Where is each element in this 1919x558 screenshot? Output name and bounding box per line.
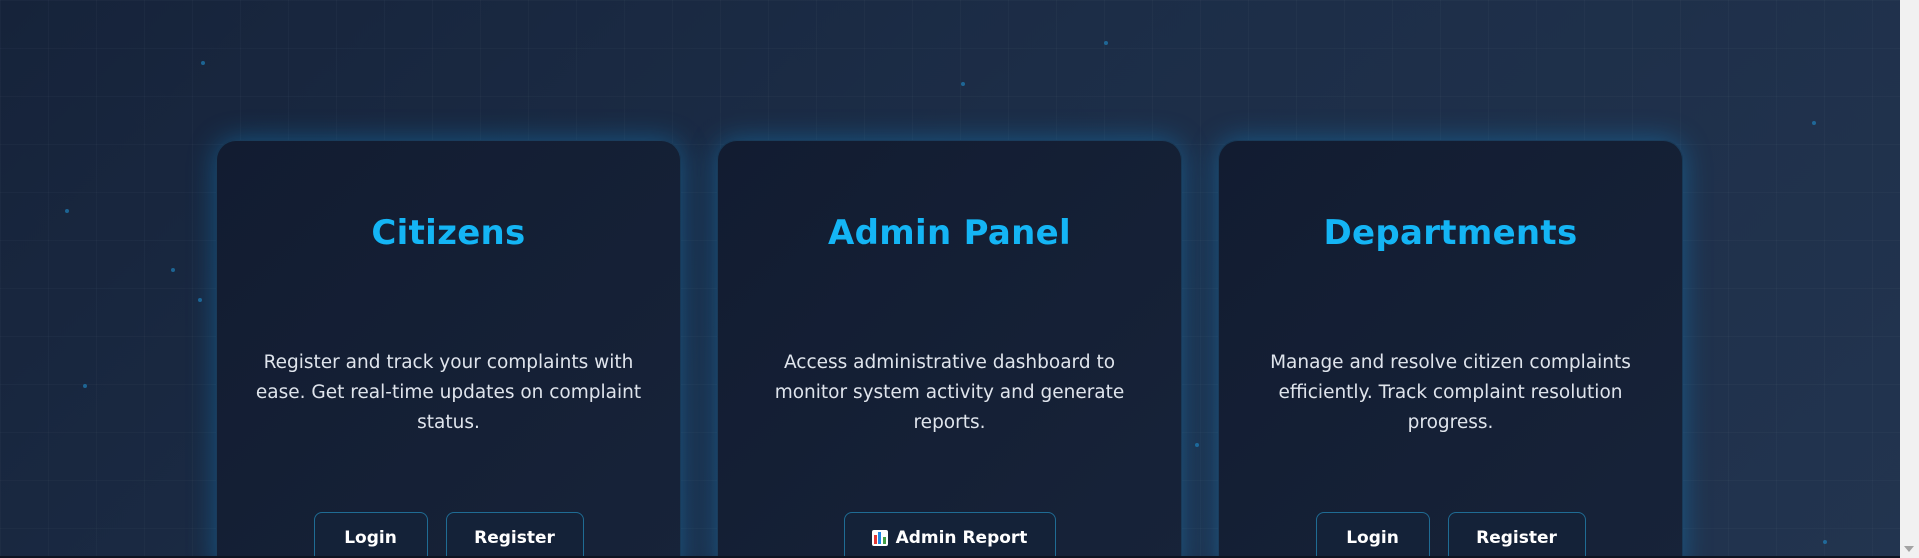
bar-chart-icon <box>871 530 888 546</box>
scroll-down-arrow-icon[interactable] <box>1904 546 1914 552</box>
vertical-scrollbar[interactable] <box>1900 0 1919 558</box>
citizens-actions: Login Register <box>217 512 680 558</box>
citizens-login-button[interactable]: Login <box>313 512 428 558</box>
citizens-description: Register and track your complaints with … <box>255 352 642 433</box>
departments-title: Departments <box>1323 213 1578 253</box>
admin-panel-title: Admin Panel <box>828 213 1071 253</box>
particle-dot <box>1812 121 1816 125</box>
citizens-register-button[interactable]: Register <box>445 512 584 558</box>
departments-description: Manage and resolve citizen complaints ef… <box>1270 352 1631 433</box>
departments-card: Departments Manage and resolve citizen c… <box>1218 140 1683 558</box>
departments-actions: Login Register <box>1219 512 1682 558</box>
role-cards: Citizens Register and track your complai… <box>216 140 1683 558</box>
particle-dot <box>83 384 87 388</box>
admin-report-button[interactable]: Admin Report <box>843 512 1056 558</box>
departments-register-button[interactable]: Register <box>1447 512 1586 558</box>
particle-dot <box>1104 41 1108 45</box>
particle-dot <box>201 61 205 65</box>
particle-dot <box>198 298 202 302</box>
particle-dot <box>65 209 69 213</box>
admin-panel-actions: Admin Report <box>718 512 1181 558</box>
admin-panel-description: Access administrative dashboard to monit… <box>774 352 1125 433</box>
particle-dot <box>1823 540 1827 544</box>
particle-dot <box>171 268 175 272</box>
particle-dot <box>961 82 965 86</box>
admin-panel-card: Admin Panel Access administrative dashbo… <box>717 140 1182 558</box>
admin-report-label: Admin Report <box>895 528 1028 548</box>
citizens-title: Citizens <box>371 213 526 253</box>
departments-login-button[interactable]: Login <box>1315 512 1430 558</box>
citizens-card: Citizens Register and track your complai… <box>216 140 681 558</box>
